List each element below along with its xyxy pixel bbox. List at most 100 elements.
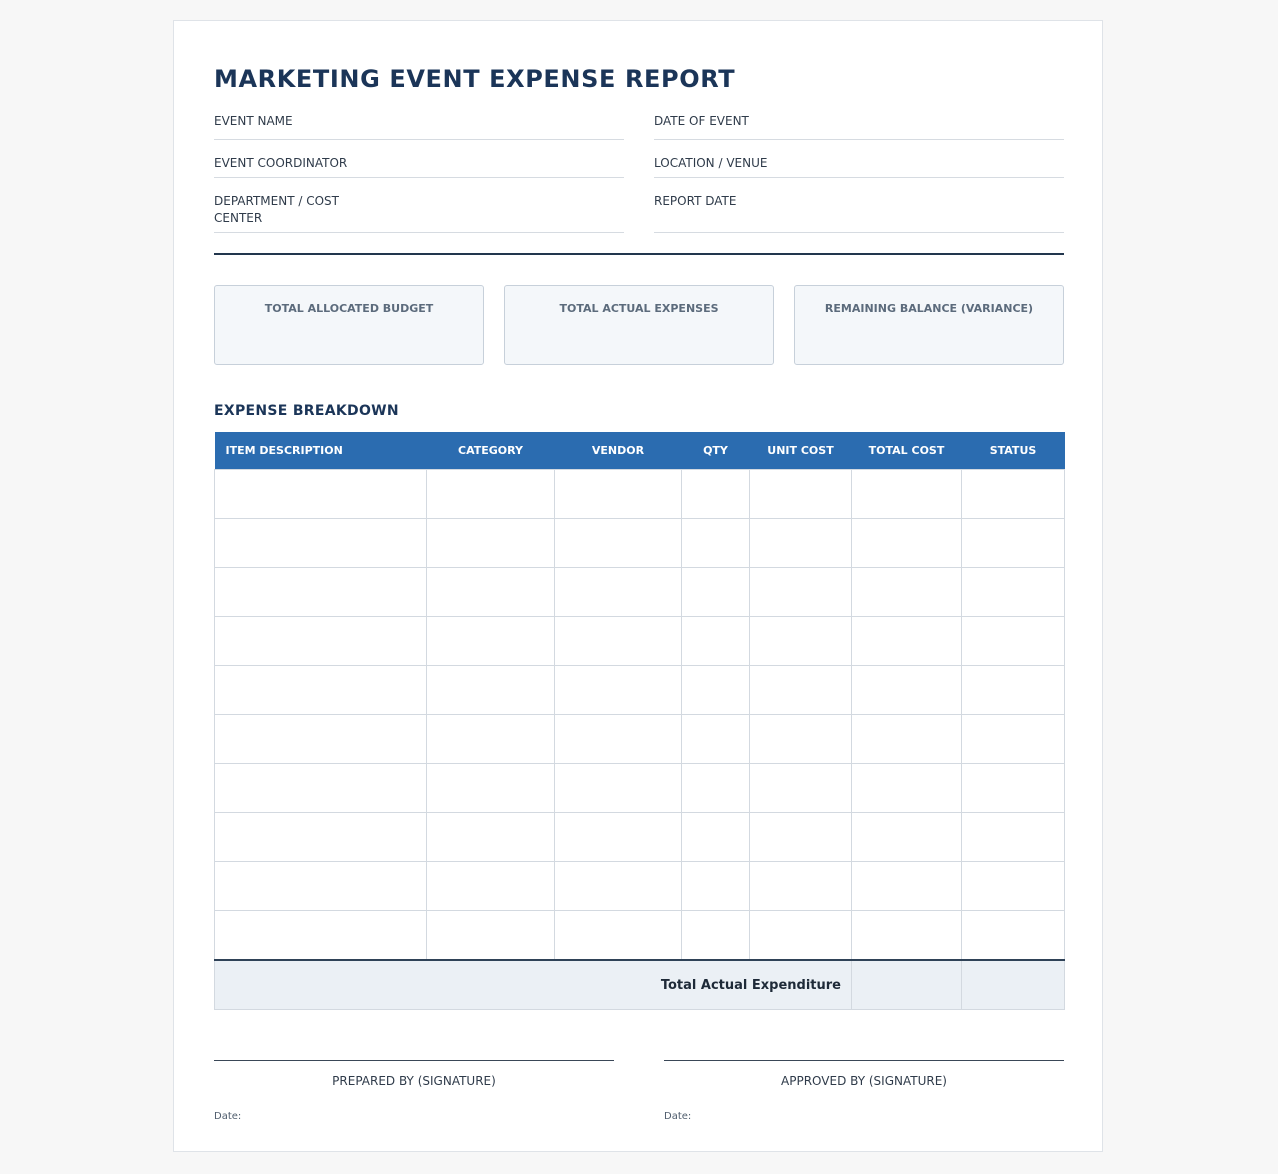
table-cell[interactable] — [961, 910, 1065, 961]
prepared-by-label: PREPARED BY (SIGNATURE) — [332, 1074, 496, 1088]
table-cell[interactable] — [554, 665, 682, 715]
table-cell[interactable] — [851, 714, 962, 764]
expense-table-body — [214, 469, 1065, 961]
expense-table: ITEM DESCRIPTION CATEGORY VENDOR QTY UNI… — [214, 432, 1065, 1010]
table-cell[interactable] — [214, 665, 427, 715]
table-cell[interactable] — [851, 910, 962, 961]
table-cell[interactable] — [961, 763, 1065, 813]
table-cell[interactable] — [749, 812, 852, 862]
table-cell[interactable] — [749, 861, 852, 911]
page-title: MARKETING EVENT EXPENSE REPORT — [214, 65, 736, 93]
table-cell[interactable] — [554, 518, 682, 568]
table-cell[interactable] — [554, 469, 682, 519]
table-cell[interactable] — [749, 469, 852, 519]
total-actual-expenses-card[interactable]: TOTAL ACTUAL EXPENSES — [504, 285, 774, 365]
table-cell[interactable] — [554, 616, 682, 666]
table-cell[interactable] — [851, 518, 962, 568]
approved-by-signature-line[interactable] — [664, 1060, 1064, 1061]
table-cell[interactable] — [426, 469, 555, 519]
table-cell[interactable] — [681, 910, 750, 961]
table-cell[interactable] — [681, 616, 750, 666]
table-cell[interactable] — [851, 665, 962, 715]
table-cell[interactable] — [214, 861, 427, 911]
table-cell[interactable] — [961, 665, 1065, 715]
table-cell[interactable] — [749, 763, 852, 813]
table-cell[interactable] — [961, 714, 1065, 764]
table-cell[interactable] — [681, 714, 750, 764]
table-cell[interactable] — [426, 714, 555, 764]
table-cell[interactable] — [851, 812, 962, 862]
table-cell[interactable] — [961, 518, 1065, 568]
location-venue-field[interactable]: LOCATION / VENUE — [654, 140, 1064, 178]
table-cell[interactable] — [961, 812, 1065, 862]
table-cell[interactable] — [554, 714, 682, 764]
table-cell[interactable] — [554, 812, 682, 862]
table-cell[interactable] — [426, 910, 555, 961]
table-row — [214, 616, 1065, 666]
report-date-field[interactable]: REPORT DATE — [654, 178, 1064, 233]
table-cell[interactable] — [214, 567, 427, 617]
event-coordinator-field[interactable]: EVENT COORDINATOR — [214, 140, 624, 178]
table-cell[interactable] — [681, 763, 750, 813]
report-content: MARKETING EVENT EXPENSE REPORT EVENT NAM… — [214, 61, 1065, 1124]
table-cell[interactable] — [554, 763, 682, 813]
table-row — [214, 812, 1065, 862]
table-cell[interactable] — [554, 861, 682, 911]
table-cell[interactable] — [749, 910, 852, 961]
department-cost-center-label: DEPARTMENT / COST CENTER — [214, 194, 339, 225]
total-actual-expenses-label: TOTAL ACTUAL EXPENSES — [559, 302, 719, 315]
table-cell[interactable] — [961, 469, 1065, 519]
table-cell[interactable] — [851, 567, 962, 617]
table-cell[interactable] — [681, 567, 750, 617]
table-cell[interactable] — [214, 469, 427, 519]
table-cell[interactable] — [681, 469, 750, 519]
table-cell[interactable] — [426, 812, 555, 862]
table-cell[interactable] — [749, 518, 852, 568]
prepared-by-signature-line[interactable] — [214, 1060, 614, 1061]
total-allocated-budget-card[interactable]: TOTAL ALLOCATED BUDGET — [214, 285, 484, 365]
table-cell[interactable] — [426, 763, 555, 813]
table-cell[interactable] — [214, 763, 427, 813]
report-page: MARKETING EVENT EXPENSE REPORT EVENT NAM… — [173, 20, 1103, 1152]
table-cell[interactable] — [851, 763, 962, 813]
total-status-cell — [961, 960, 1065, 1010]
table-cell[interactable] — [681, 812, 750, 862]
table-cell[interactable] — [426, 665, 555, 715]
event-name-field[interactable]: EVENT NAME — [214, 111, 624, 140]
table-cell[interactable] — [681, 665, 750, 715]
table-cell[interactable] — [749, 714, 852, 764]
table-cell[interactable] — [426, 616, 555, 666]
table-cell[interactable] — [851, 616, 962, 666]
table-cell[interactable] — [961, 616, 1065, 666]
table-cell[interactable] — [851, 861, 962, 911]
table-cell[interactable] — [961, 861, 1065, 911]
date-of-event-field[interactable]: DATE OF EVENT — [654, 111, 1064, 140]
table-cell[interactable] — [961, 567, 1065, 617]
department-cost-center-field[interactable]: DEPARTMENT / COST CENTER — [214, 178, 624, 233]
table-cell[interactable] — [426, 567, 555, 617]
table-cell[interactable] — [214, 910, 427, 961]
table-cell[interactable] — [214, 616, 427, 666]
table-cell[interactable] — [851, 469, 962, 519]
table-cell[interactable] — [749, 665, 852, 715]
table-cell[interactable] — [214, 812, 427, 862]
approved-by-block: APPROVED BY (SIGNATURE) Date: — [664, 1060, 1064, 1124]
table-cell[interactable] — [214, 714, 427, 764]
column-header: QTY — [681, 432, 750, 470]
total-actual-expenditure-label: Total Actual Expenditure — [214, 960, 852, 1010]
table-cell[interactable] — [681, 518, 750, 568]
table-cell[interactable] — [749, 616, 852, 666]
total-actual-expenditure-value[interactable] — [851, 960, 962, 1010]
table-cell[interactable] — [214, 518, 427, 568]
column-header: VENDOR — [554, 432, 682, 470]
column-header: TOTAL COST — [851, 432, 962, 470]
table-cell[interactable] — [554, 910, 682, 961]
table-cell[interactable] — [749, 567, 852, 617]
remaining-balance-card[interactable]: REMAINING BALANCE (VARIANCE) — [794, 285, 1064, 365]
table-cell[interactable] — [426, 518, 555, 568]
prepared-by-date[interactable]: Date: — [214, 1110, 614, 1124]
table-cell[interactable] — [426, 861, 555, 911]
table-cell[interactable] — [554, 567, 682, 617]
approved-by-date[interactable]: Date: — [664, 1110, 1064, 1124]
table-cell[interactable] — [681, 861, 750, 911]
